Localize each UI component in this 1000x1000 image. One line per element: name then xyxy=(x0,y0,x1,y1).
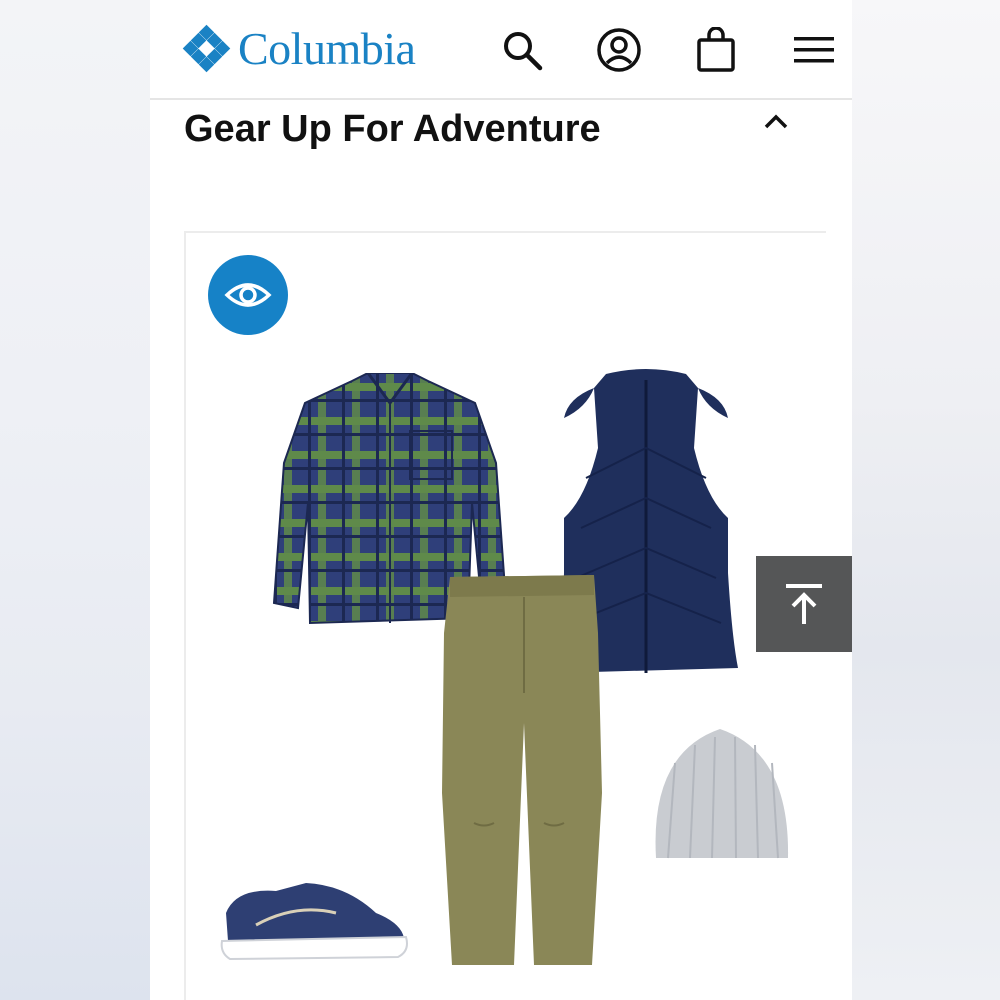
account-icon[interactable] xyxy=(595,26,643,74)
hiking-pants-image[interactable] xyxy=(434,573,609,968)
search-icon[interactable] xyxy=(498,26,546,74)
shopping-bag-icon[interactable] xyxy=(692,26,740,74)
site-header: Columbia xyxy=(150,0,852,100)
section-title: Gear Up For Adventure xyxy=(184,108,601,150)
background-left xyxy=(0,0,150,1000)
background-right xyxy=(852,0,1000,1000)
sneaker-image[interactable] xyxy=(216,873,416,968)
outfit-card xyxy=(184,231,826,1000)
columbia-diamond-icon xyxy=(182,24,231,73)
mobile-page: Columbia Gear Up For Adventure xyxy=(150,0,852,1000)
columbia-logo[interactable]: Columbia xyxy=(182,23,416,74)
eye-icon[interactable] xyxy=(208,255,288,335)
arrow-up-to-line-icon xyxy=(786,584,822,624)
back-to-top-button[interactable] xyxy=(756,556,852,652)
chevron-up-icon[interactable] xyxy=(758,106,794,136)
knit-beanie-image[interactable] xyxy=(650,723,795,863)
menu-icon[interactable] xyxy=(790,26,838,74)
brand-name: Columbia xyxy=(238,23,416,74)
